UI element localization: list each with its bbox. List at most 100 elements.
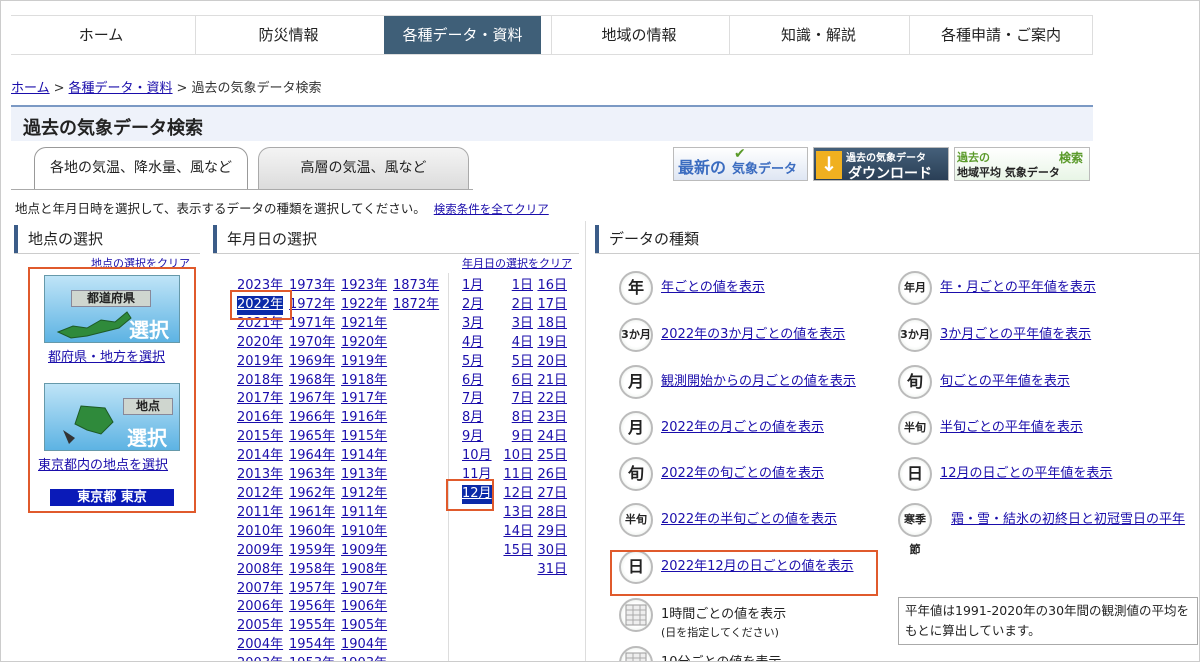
- datatype-link[interactable]: 2022年の3か月ごとの値を表示: [661, 323, 845, 342]
- breadcrumb-data[interactable]: 各種データ・資料: [69, 81, 173, 96]
- breadcrumb-home[interactable]: ホーム: [11, 81, 50, 96]
- day-link[interactable]: 25日: [535, 447, 567, 466]
- day-link[interactable]: 23日: [535, 409, 567, 428]
- normal-datatype-link[interactable]: 3か月ごとの平年値を表示: [940, 323, 1091, 342]
- year-link[interactable]: 2020年: [237, 334, 283, 353]
- year-link[interactable]: 1916年: [341, 409, 387, 428]
- day-link[interactable]: 15日: [499, 542, 533, 561]
- day-link[interactable]: 3日: [499, 315, 533, 334]
- year-link[interactable]: 2008年: [237, 561, 283, 580]
- nav-home[interactable]: ホーム: [11, 16, 191, 54]
- year-link[interactable]: 1913年: [341, 466, 387, 485]
- year-link[interactable]: 2016年: [237, 409, 283, 428]
- year-link[interactable]: 1904年: [341, 636, 387, 655]
- nav-data[interactable]: 各種データ・資料: [384, 16, 541, 54]
- year-link[interactable]: 2013年: [237, 466, 283, 485]
- year-link[interactable]: 2012年: [237, 485, 283, 504]
- day-link[interactable]: 26日: [535, 466, 567, 485]
- point-select-link[interactable]: 東京都内の地点を選択: [38, 454, 168, 473]
- normal-datatype-link[interactable]: 年・月ごとの平年値を表示: [940, 276, 1096, 295]
- year-link[interactable]: 2011年: [237, 504, 283, 523]
- day-link[interactable]: 1日: [499, 277, 533, 296]
- year-link[interactable]: 1917年: [341, 390, 387, 409]
- day-link[interactable]: 18日: [535, 315, 567, 334]
- year-link[interactable]: 1965年: [289, 428, 335, 447]
- year-link[interactable]: 2014年: [237, 447, 283, 466]
- day-link[interactable]: 10日: [499, 447, 533, 466]
- datatype-link[interactable]: 2022年の月ごとの値を表示: [661, 416, 824, 435]
- day-link[interactable]: 14日: [499, 523, 533, 542]
- clear-all-link[interactable]: 検索条件を全てクリア: [434, 202, 549, 216]
- regional-average-banner[interactable]: 過去の 地域平均 気象データ 検索: [954, 147, 1090, 181]
- day-link[interactable]: 6日: [499, 372, 533, 391]
- year-link[interactable]: 1908年: [341, 561, 387, 580]
- year-link[interactable]: 1872年: [393, 296, 439, 315]
- year-link[interactable]: 1922年: [341, 296, 387, 315]
- year-link[interactable]: 1918年: [341, 372, 387, 391]
- year-link[interactable]: 1957年: [289, 580, 335, 599]
- year-link[interactable]: 1920年: [341, 334, 387, 353]
- day-link[interactable]: 24日: [535, 428, 567, 447]
- year-link[interactable]: 1953年: [289, 655, 335, 661]
- nav-disaster-info[interactable]: 防災情報: [195, 16, 381, 54]
- year-link[interactable]: 1915年: [341, 428, 387, 447]
- year-link[interactable]: 1971年: [289, 315, 335, 334]
- day-link[interactable]: 11日: [499, 466, 533, 485]
- year-link[interactable]: 2017年: [237, 390, 283, 409]
- year-link[interactable]: 1921年: [341, 315, 387, 334]
- day-link[interactable]: 13日: [499, 504, 533, 523]
- day-link[interactable]: 5日: [499, 353, 533, 372]
- year-link[interactable]: 1905年: [341, 617, 387, 636]
- tab-upper-air[interactable]: 高層の気温、風など: [258, 147, 469, 189]
- day-link[interactable]: 4日: [499, 334, 533, 353]
- year-link[interactable]: 1906年: [341, 598, 387, 617]
- year-link[interactable]: 1958年: [289, 561, 335, 580]
- month-link[interactable]: 3月: [462, 315, 492, 334]
- day-link[interactable]: 22日: [535, 390, 567, 409]
- month-link[interactable]: 6月: [462, 372, 492, 391]
- day-link[interactable]: 9日: [499, 428, 533, 447]
- year-link[interactable]: 1919年: [341, 353, 387, 372]
- year-link[interactable]: 2010年: [237, 523, 283, 542]
- year-link[interactable]: 1923年: [341, 277, 387, 296]
- year-link[interactable]: 1967年: [289, 390, 335, 409]
- day-link[interactable]: 20日: [535, 353, 567, 372]
- day-link[interactable]: 30日: [535, 542, 567, 561]
- month-link[interactable]: 7月: [462, 390, 492, 409]
- day-link[interactable]: 2日: [499, 296, 533, 315]
- normal-datatype-link[interactable]: 12月の日ごとの平年値を表示: [940, 462, 1112, 481]
- day-link[interactable]: 16日: [535, 277, 567, 296]
- year-link[interactable]: 1909年: [341, 542, 387, 561]
- year-link[interactable]: 1910年: [341, 523, 387, 542]
- latest-data-banner[interactable]: 最新の 気象データ ✔: [673, 147, 808, 181]
- normal-datatype-link[interactable]: 半旬ごとの平年値を表示: [940, 416, 1083, 435]
- tab-surface[interactable]: 各地の気温、降水量、風など: [34, 147, 248, 189]
- year-link[interactable]: 1962年: [289, 485, 335, 504]
- datatype-link[interactable]: 観測開始からの月ごとの値を表示: [661, 370, 856, 389]
- normal-datatype-link[interactable]: 旬ごとの平年値を表示: [940, 370, 1070, 389]
- nav-knowledge[interactable]: 知識・解説: [729, 16, 907, 54]
- month-link[interactable]: 5月: [462, 353, 492, 372]
- date-clear-link[interactable]: 年月日の選択をクリア: [462, 255, 572, 271]
- year-link[interactable]: 1907年: [341, 580, 387, 599]
- year-link[interactable]: 1903年: [341, 655, 387, 661]
- year-link[interactable]: 2005年: [237, 617, 283, 636]
- year-link[interactable]: 1955年: [289, 617, 335, 636]
- prefecture-select-button[interactable]: 都道府県 選択: [44, 275, 180, 343]
- year-link[interactable]: 1914年: [341, 447, 387, 466]
- year-link[interactable]: 2007年: [237, 580, 283, 599]
- year-link[interactable]: 1873年: [393, 277, 439, 296]
- year-link[interactable]: 1964年: [289, 447, 335, 466]
- year-link[interactable]: 1959年: [289, 542, 335, 561]
- year-link[interactable]: 1911年: [341, 504, 387, 523]
- point-select-button[interactable]: 地点 選択: [44, 383, 180, 451]
- year-link[interactable]: 1966年: [289, 409, 335, 428]
- year-link[interactable]: 1973年: [289, 277, 335, 296]
- year-link[interactable]: 2009年: [237, 542, 283, 561]
- month-link[interactable]: 4月: [462, 334, 492, 353]
- year-link[interactable]: 1954年: [289, 636, 335, 655]
- year-link[interactable]: 1956年: [289, 598, 335, 617]
- year-link[interactable]: 2019年: [237, 353, 283, 372]
- year-link[interactable]: 2004年: [237, 636, 283, 655]
- month-link[interactable]: 9月: [462, 428, 492, 447]
